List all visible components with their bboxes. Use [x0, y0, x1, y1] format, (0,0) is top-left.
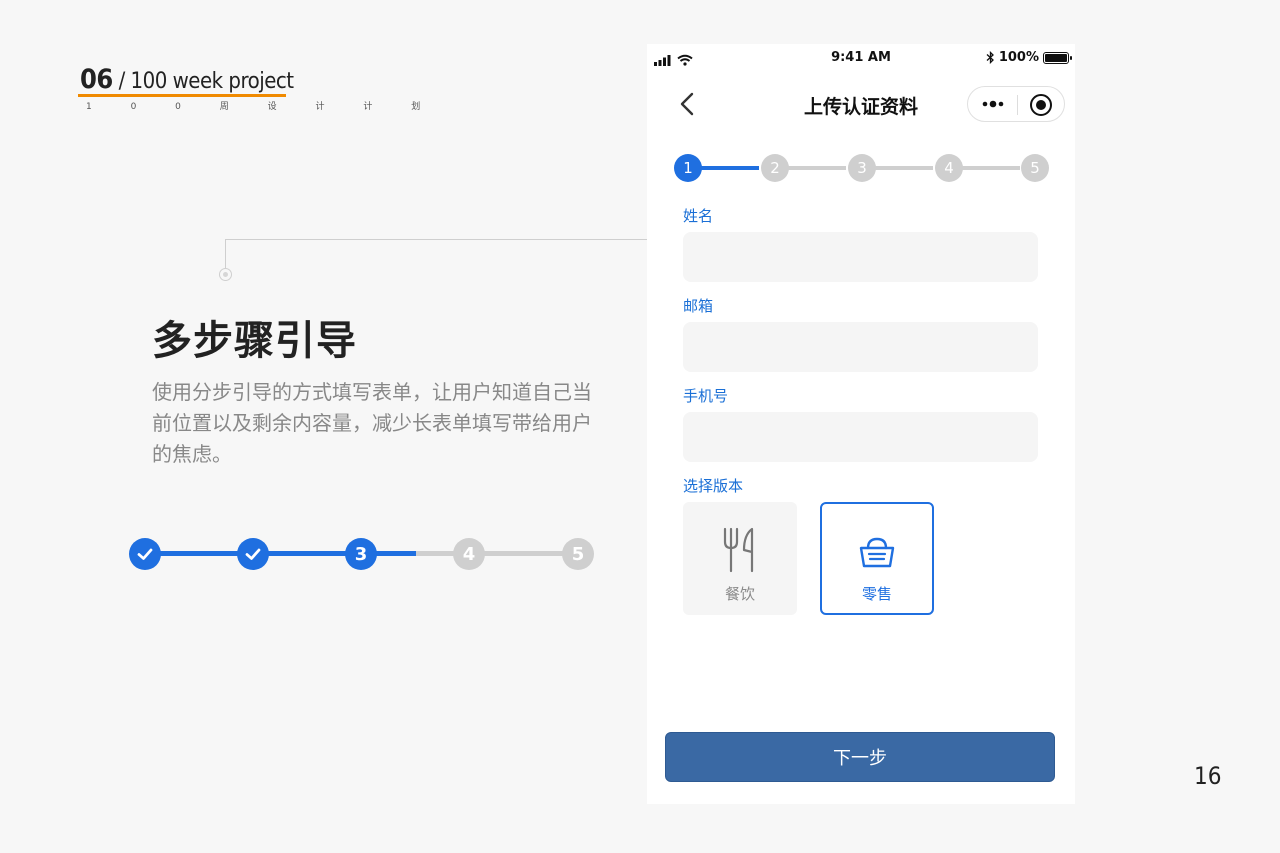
step-connector-done: [160, 551, 240, 556]
brand-subtitle: 1 0 0 周 设 计 计 划: [86, 102, 439, 112]
step-connector-progress: [376, 551, 416, 556]
fork-knife-icon: [723, 527, 754, 573]
phone-step-3: 3: [848, 154, 876, 182]
close-target-icon[interactable]: [1030, 94, 1052, 116]
step-4-pending: 4: [453, 538, 485, 570]
brand-underline: [78, 94, 286, 97]
option-label-retail: 零售: [861, 585, 892, 603]
phone-step-2: 2: [761, 154, 789, 182]
battery-icon: [1043, 51, 1072, 64]
page-title: 多步骤引导: [152, 318, 357, 364]
step-2-completed: [237, 538, 269, 570]
phone-step-connector: [961, 166, 1020, 170]
battery-percent: 100%: [998, 50, 1039, 65]
phone-field[interactable]: [683, 412, 1038, 462]
basket-icon: [859, 537, 895, 568]
connector-line: [225, 239, 647, 240]
more-dots-icon[interactable]: [982, 97, 1004, 111]
brand-title-text: / 100 week project: [112, 69, 294, 94]
option-card-retail[interactable]: 零售: [820, 502, 934, 615]
step-connector-pending: [416, 551, 456, 556]
step-connector-pending: [484, 551, 564, 556]
brand-title: 06 / 100 week project: [80, 64, 294, 95]
bluetooth-icon: [986, 51, 994, 64]
phone-step-4: 4: [935, 154, 963, 182]
brand-number: 06: [80, 64, 113, 95]
name-field[interactable]: [683, 232, 1038, 282]
connector-line-vertical: [225, 239, 226, 269]
page-description: 使用分步引导的方式填写表单，让用户知道自己当前位置以及剩余内容量，减少长表单填写…: [152, 380, 592, 466]
next-step-button[interactable]: 下一步: [665, 732, 1055, 782]
step-5-pending: 5: [562, 538, 594, 570]
page-number: 16: [1194, 762, 1222, 790]
name-label: 姓名: [683, 207, 714, 225]
email-field[interactable]: [683, 322, 1038, 372]
mini-program-capsule: [967, 86, 1065, 122]
version-label: 选择版本: [683, 477, 744, 495]
status-right: 100%: [986, 50, 1072, 65]
check-icon: [245, 548, 261, 560]
option-label-catering: 餐饮: [724, 585, 755, 603]
phone-step-5: 5: [1021, 154, 1049, 182]
step-connector-done: [268, 551, 348, 556]
phone-step-connector: [700, 166, 759, 170]
status-bar: 9:41 AM 100%: [647, 44, 1075, 72]
capsule-divider: [1017, 95, 1018, 115]
step-3-current: 3: [345, 538, 377, 570]
phone-step-1: 1: [674, 154, 702, 182]
step-1-completed: [129, 538, 161, 570]
connector-dot: [219, 268, 232, 281]
phone-screen: 9:41 AM 100% 上传认证资料 1 2 3 4 5 姓名 邮箱 手机号 …: [647, 44, 1075, 804]
option-card-catering[interactable]: 餐饮: [683, 502, 797, 615]
phone-label: 手机号: [683, 387, 729, 405]
phone-step-connector: [787, 166, 846, 170]
email-label: 邮箱: [683, 297, 714, 315]
brand-header: 06 / 100 week project 1 0 0 周 设 计 计 划: [78, 64, 439, 112]
phone-step-connector: [874, 166, 933, 170]
check-icon: [137, 548, 153, 560]
